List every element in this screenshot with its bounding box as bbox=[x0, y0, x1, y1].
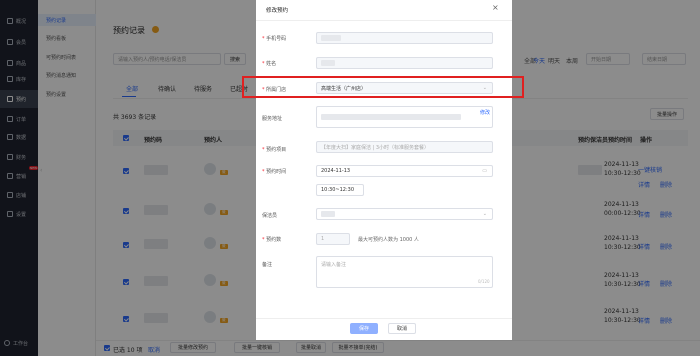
address-label-text: 服务地址 bbox=[262, 116, 283, 122]
name-label-text: 姓名 bbox=[266, 61, 277, 67]
project-label: * 预约项目 bbox=[262, 146, 286, 153]
save-button[interactable]: 保存 bbox=[350, 323, 378, 334]
date-picker[interactable]: 2024-11-13 ▭ bbox=[316, 165, 493, 177]
note-label-text: 备注 bbox=[262, 262, 273, 268]
close-icon[interactable]: × bbox=[492, 3, 499, 12]
required-mark: * bbox=[262, 36, 265, 42]
address-box bbox=[316, 106, 493, 128]
note-label: 备注 bbox=[262, 261, 272, 268]
address-edit-link[interactable]: 修改 bbox=[480, 109, 490, 116]
count-label-text: 预约数 bbox=[266, 237, 282, 243]
phone-field[interactable] bbox=[316, 32, 493, 44]
highlight-box bbox=[242, 76, 524, 98]
required-mark: * bbox=[262, 237, 265, 243]
required-mark: * bbox=[262, 61, 265, 67]
count-label: * 预约数 bbox=[262, 236, 281, 243]
chevron-down-icon: ⌄ bbox=[482, 211, 487, 217]
project-label-text: 预约项目 bbox=[266, 147, 287, 153]
save-button-label: 保存 bbox=[358, 326, 369, 332]
count-field[interactable]: 1 bbox=[316, 233, 350, 245]
note-textarea[interactable]: 请输入备注 bbox=[316, 256, 493, 288]
blurred-phone bbox=[321, 35, 341, 41]
edit-booking-modal: 修改预约 × * 手机号码 * 姓名 * 所属门店 高端生活（广州店） ⌄ 服务地… bbox=[256, 0, 512, 340]
time-label-text: 预约时间 bbox=[266, 169, 287, 175]
modal-title: 修改预约 bbox=[266, 8, 289, 14]
calendar-icon: ▭ bbox=[482, 168, 487, 174]
required-mark: * bbox=[262, 169, 265, 175]
time-label: * 预约时间 bbox=[262, 168, 286, 175]
blurred-address bbox=[321, 114, 461, 120]
cancel-button[interactable]: 取消 bbox=[388, 323, 416, 334]
cleaner-select[interactable]: ⌄ bbox=[316, 208, 493, 220]
time-slot-picker[interactable]: 10:30~12:30 bbox=[316, 184, 364, 196]
cancel-button-label: 取消 bbox=[396, 326, 407, 332]
modal-footer-divider bbox=[256, 318, 512, 319]
project-value: 【年度大扫】家庭保洁 | 3小时（标准服务套餐） bbox=[321, 144, 430, 151]
required-mark: * bbox=[262, 147, 265, 153]
blurred-cleaner bbox=[321, 211, 335, 217]
modal-divider bbox=[256, 20, 512, 21]
project-field[interactable]: 【年度大扫】家庭保洁 | 3小时（标准服务套餐） bbox=[316, 141, 493, 153]
name-field[interactable] bbox=[316, 57, 493, 69]
address-label: 服务地址 bbox=[262, 115, 282, 122]
blurred-name bbox=[321, 60, 335, 66]
count-value: 1 bbox=[321, 236, 325, 242]
note-placeholder: 请输入备注 bbox=[321, 262, 347, 268]
slot-value: 10:30~12:30 bbox=[321, 187, 355, 193]
phone-label-text: 手机号码 bbox=[266, 36, 287, 42]
cleaner-label: 保洁员 bbox=[262, 212, 277, 219]
cleaner-label-text: 保洁员 bbox=[262, 213, 278, 219]
name-label: * 姓名 bbox=[262, 60, 276, 67]
count-hint: 最大可预约人数为 1000 人 bbox=[358, 237, 419, 243]
phone-label: * 手机号码 bbox=[262, 35, 286, 42]
note-counter: 0/120 bbox=[478, 279, 490, 284]
date-value: 2024-11-13 bbox=[321, 168, 351, 174]
